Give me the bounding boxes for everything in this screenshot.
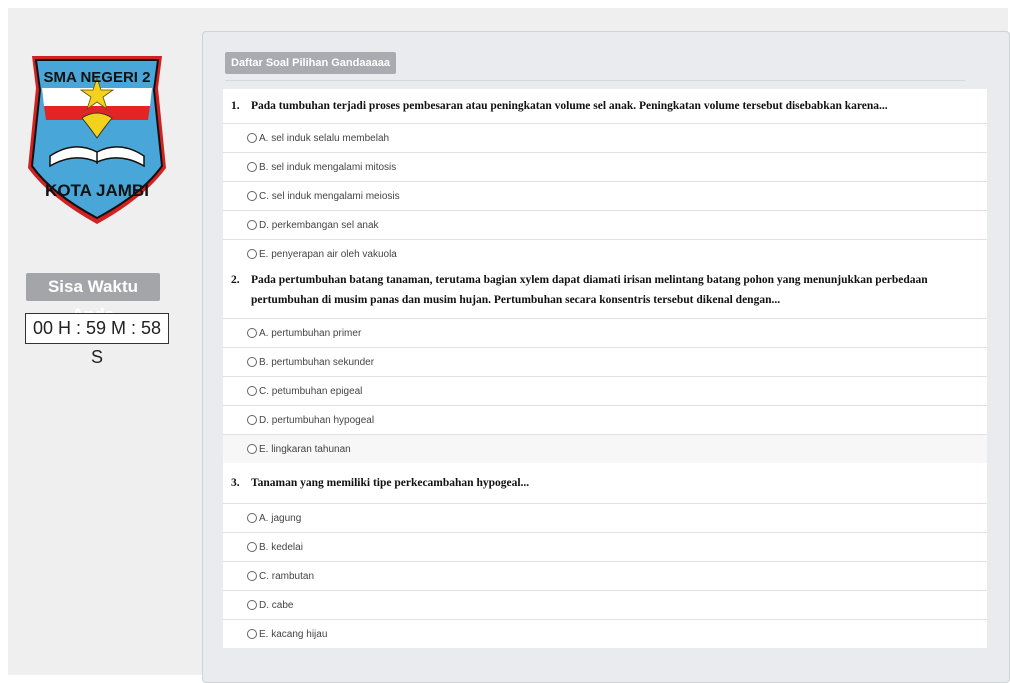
option-label: C. petumbuhan epigeal [259,385,363,397]
question-text: Tanaman yang memiliki tipe perkecambahan… [251,477,530,489]
logo-city: KOTA JAMBI [45,181,149,200]
option-1-d[interactable]: D. perkembangan sel anak [223,210,987,239]
option-label: C. rambutan [259,570,315,582]
option-label: E. lingkaran tahunan [259,443,351,455]
radio-button[interactable] [247,415,257,425]
option-3-c[interactable]: C. rambutan [223,561,987,590]
radio-button[interactable] [247,600,257,610]
question-3: 3. Tanaman yang memiliki tipe perkecamba… [223,463,987,503]
question-panel: Daftar Soal Pilihan Gandaaaaa 1. Pada tu… [202,31,1010,683]
option-1-e[interactable]: E. penyerapan air oleh vakuola [223,239,987,268]
question-1: 1. Pada tumbuhan terjadi proses pembesar… [223,89,987,123]
sidebar: SMA NEGERI 2 KOTA JAMBI Sisa Waktu Anda … [8,8,198,675]
tab-question-list[interactable]: Daftar Soal Pilihan Gandaaaaa [225,52,396,74]
option-label: D. perkembangan sel anak [259,219,379,231]
option-3-e[interactable]: E. kacang hijau [223,619,987,648]
radio-button[interactable] [247,328,257,338]
timer-display: 00 H : 59 M : 58 S [25,313,169,367]
radio-button[interactable] [247,386,257,396]
question-2: 2. Pada pertumbuhan batang tanaman, teru… [223,268,987,318]
option-2-c[interactable]: C. petumbuhan epigeal [223,376,987,405]
radio-button[interactable] [247,444,257,454]
option-2-e[interactable]: E. lingkaran tahunan [223,434,987,463]
option-3-a[interactable]: A. jagung [223,503,987,532]
question-text: Pada pertumbuhan batang tanaman, terutam… [251,274,928,306]
radio-button[interactable] [247,542,257,552]
option-2-a[interactable]: A. pertumbuhan primer [223,318,987,347]
option-1-a[interactable]: A. sel induk selalu membelah [223,123,987,152]
option-label: C. sel induk mengalami meiosis [259,190,400,202]
option-2-d[interactable]: D. pertumbuhan hypogeal [223,405,987,434]
radio-button[interactable] [247,133,257,143]
option-3-b[interactable]: B. kedelai [223,532,987,561]
school-logo: SMA NEGERI 2 KOTA JAMBI [28,56,166,224]
option-label: D. pertumbuhan hypogeal [259,414,375,426]
radio-button[interactable] [247,220,257,230]
radio-button[interactable] [247,629,257,639]
option-label: D. cabe [259,599,294,611]
option-1-c[interactable]: C. sel induk mengalami meiosis [223,181,987,210]
question-number: 1. [231,100,240,112]
page: SMA NEGERI 2 KOTA JAMBI Sisa Waktu Anda … [8,8,1010,683]
tab-divider [225,80,965,81]
question-text: Pada tumbuhan terjadi proses pembesaran … [251,100,888,112]
option-label: E. kacang hijau [259,628,328,640]
timer-label: Sisa Waktu Anda [26,273,160,324]
question-number: 3. [231,477,240,489]
question-list: 1. Pada tumbuhan terjadi proses pembesar… [223,89,987,648]
option-label: B. pertumbuhan sekunder [259,356,375,368]
option-3-d[interactable]: D. cabe [223,590,987,619]
radio-button[interactable] [247,191,257,201]
option-label: A. pertumbuhan primer [259,327,362,339]
radio-button[interactable] [247,571,257,581]
option-label: B. kedelai [259,541,303,553]
option-label: E. penyerapan air oleh vakuola [259,248,397,260]
option-label: A. jagung [259,512,302,524]
radio-button[interactable] [247,513,257,523]
option-1-b[interactable]: B. sel induk mengalami mitosis [223,152,987,181]
logo-school-name: SMA NEGERI 2 [44,69,151,86]
radio-button[interactable] [247,357,257,367]
question-number: 2. [231,274,240,286]
option-label: A. sel induk selalu membelah [259,132,390,144]
radio-button[interactable] [247,162,257,172]
option-label: B. sel induk mengalami mitosis [259,161,397,173]
option-2-b[interactable]: B. pertumbuhan sekunder [223,347,987,376]
radio-button[interactable] [247,249,257,259]
